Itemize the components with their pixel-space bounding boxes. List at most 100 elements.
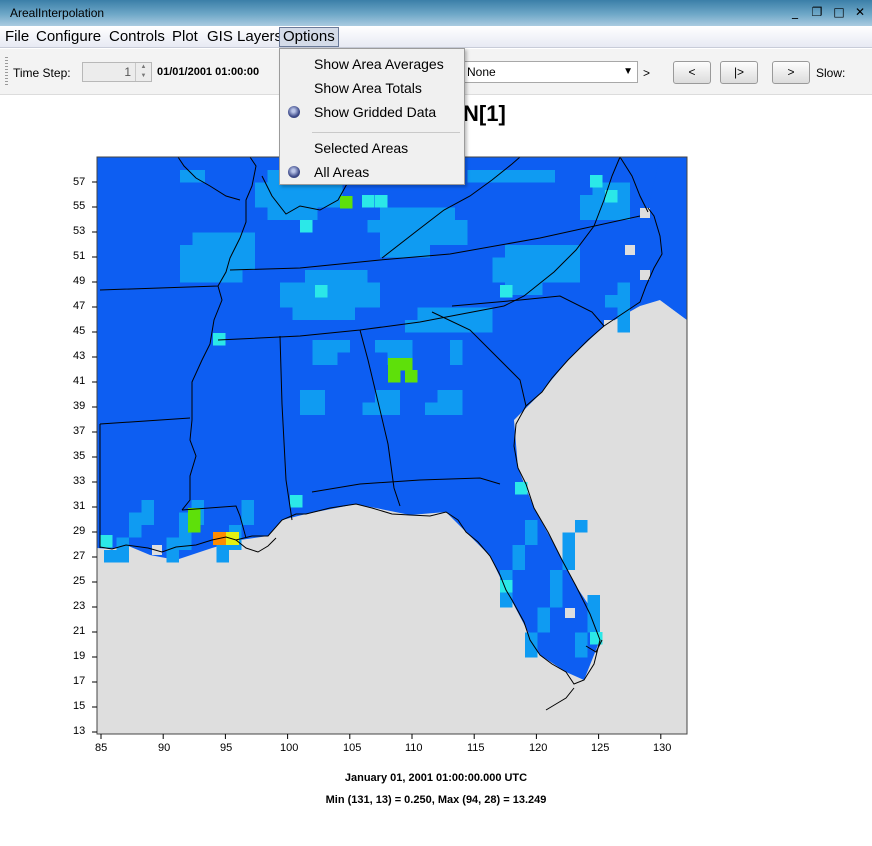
x-axis-ticks	[100, 734, 662, 739]
grid-cell	[500, 285, 513, 298]
grid-cell	[530, 282, 543, 295]
grid-cell	[605, 207, 618, 220]
grid-cell	[355, 295, 368, 308]
grid-cell	[217, 232, 230, 245]
menu-item-label: All Areas	[314, 164, 370, 180]
grid-cell	[230, 257, 243, 270]
grid-cell	[242, 245, 255, 258]
grid-cell	[300, 402, 313, 415]
grid-cell	[525, 520, 538, 533]
grid-cell	[575, 520, 588, 533]
menu-item-selected-areas[interactable]: Selected Areas	[280, 137, 464, 159]
grid-cell	[362, 195, 375, 208]
grid-cell	[450, 340, 463, 353]
grid-cell	[555, 245, 568, 258]
grid-cell	[640, 270, 650, 280]
grid-cell	[542, 257, 555, 270]
y-tick-label: 31	[73, 500, 86, 512]
grid-cell	[192, 245, 205, 258]
grid-cell	[387, 402, 400, 415]
grid-cell	[342, 307, 355, 320]
menu-item-show-gridded-data[interactable]: Show Gridded Data	[280, 101, 464, 123]
grid-cell	[555, 270, 568, 283]
grid-cell	[517, 257, 530, 270]
min-max-caption: Min (131, 13) = 0.250, Max (94, 28) = 13…	[325, 794, 547, 806]
grid-cell	[325, 340, 338, 353]
y-tick-label: 21	[73, 625, 86, 637]
radio-selected-icon	[288, 166, 300, 178]
y-tick-label: 25	[73, 575, 86, 587]
grid-cell	[392, 220, 405, 233]
grid-cell	[192, 257, 205, 270]
grid-cell	[388, 370, 401, 383]
grid-cell	[542, 170, 555, 183]
grid-cell	[537, 620, 550, 633]
grid-cell	[525, 645, 538, 658]
grid-cell	[330, 270, 343, 283]
x-tick-label: 115	[467, 742, 485, 754]
grid-cell	[312, 352, 325, 365]
radio-selected-icon	[288, 106, 300, 118]
grid-cell	[280, 195, 293, 208]
grid-cell	[562, 545, 575, 558]
grid-cell	[492, 257, 505, 270]
grid-cell	[205, 245, 218, 258]
grid-cell	[280, 282, 293, 295]
grid-cell	[325, 352, 338, 365]
menu-item-label: Selected Areas	[314, 140, 409, 156]
menu-item-show-area-averages[interactable]: Show Area Averages	[280, 53, 464, 75]
grid-cell	[430, 320, 443, 333]
grid-cell	[405, 320, 418, 333]
grid-cell	[241, 500, 254, 513]
grid-cell	[267, 195, 280, 208]
grid-cell	[400, 340, 413, 353]
grid-cell	[342, 295, 355, 308]
grid-cell	[617, 182, 630, 195]
grid-cell	[180, 270, 193, 283]
grid-cell	[180, 245, 193, 258]
grid-cell	[375, 402, 388, 415]
grid-cell	[217, 245, 230, 258]
grid-cell	[617, 282, 630, 295]
grid-cell	[380, 232, 393, 245]
grid-cell	[179, 537, 192, 550]
grid-cell	[550, 570, 563, 583]
grid-cell	[116, 537, 129, 550]
grid-cell	[392, 232, 405, 245]
grid-cell	[505, 270, 518, 283]
grid-cell	[342, 270, 355, 283]
grid-cell	[542, 245, 555, 258]
grid-cell	[505, 245, 518, 258]
grid-cell	[216, 550, 229, 563]
grid-cell	[375, 195, 388, 208]
grid-cell	[580, 195, 593, 208]
x-tick-label: 95	[220, 742, 233, 754]
grid-cell	[530, 257, 543, 270]
grid-cell	[312, 340, 325, 353]
grid-cell	[575, 645, 588, 658]
grid-cell	[180, 257, 193, 270]
grid-cell	[442, 220, 455, 233]
y-tick-label: 43	[73, 350, 86, 362]
grid-cell	[380, 220, 393, 233]
grid-cell	[230, 232, 243, 245]
grid-cell	[305, 195, 318, 208]
menu-item-show-area-totals[interactable]: Show Area Totals	[280, 77, 464, 99]
grid-cell	[242, 232, 255, 245]
grid-cell	[417, 207, 430, 220]
x-tick-label: 105	[343, 742, 362, 754]
grid-cell	[590, 175, 603, 188]
grid-cell	[567, 270, 580, 283]
grid-cell	[387, 390, 400, 403]
grid-cell	[430, 207, 443, 220]
grid-cell	[617, 320, 630, 333]
grid-cell	[392, 245, 405, 258]
grid-cell	[517, 270, 530, 283]
grid-cell	[367, 295, 380, 308]
menu-item-all-areas[interactable]: All Areas	[280, 161, 464, 183]
grid-cell	[450, 402, 463, 415]
grid-cell	[525, 632, 538, 645]
y-tick-label: 13	[73, 725, 86, 737]
grid-cell	[330, 295, 343, 308]
grid-cell	[625, 245, 635, 255]
